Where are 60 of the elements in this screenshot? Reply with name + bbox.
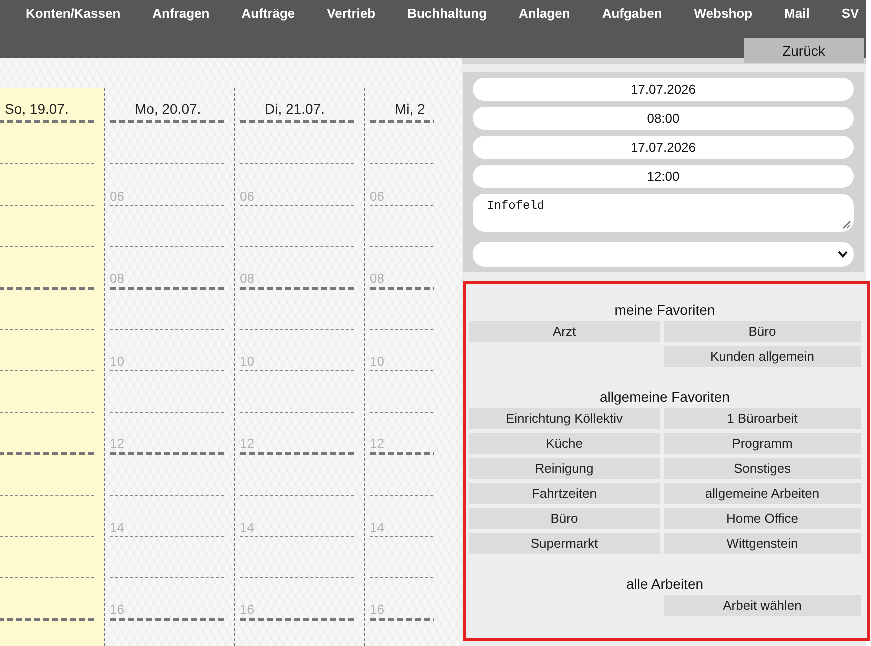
hour-label: 06 [110,188,124,204]
day-header: Mo, 20.07. [135,101,202,118]
back-button[interactable]: Zurück [744,38,864,63]
hour-label: 08 [240,270,254,286]
hour-label: 08 [110,270,124,286]
hour-label: 14 [110,520,124,535]
favorite-button[interactable]: 1 Büroarbeit [664,408,861,429]
nav-link[interactable]: Anlagen [519,6,570,22]
hour-label: 16 [110,602,124,617]
input-field[interactable]: 17.07.2026 [473,78,854,101]
favorite-button[interactable]: Arzt [469,321,660,342]
select-field[interactable] [473,242,854,267]
text-area[interactable]: Infofeld [473,194,854,232]
favorite-button[interactable]: Einrichtung Köllektiv [469,408,660,429]
hour-label: 10 [240,354,254,370]
hour-label: 10 [110,354,124,370]
favorite-button[interactable]: Büro [469,508,660,529]
favorite-button[interactable]: Wittgenstein [664,533,861,554]
nav-link[interactable]: Aufträge [242,6,296,22]
nav-link[interactable]: Vertrieb [327,6,376,22]
nav-link[interactable]: Anfragen [152,6,210,22]
chevron-down-icon [838,251,848,258]
favorite-button[interactable]: Arbeit wählen [664,595,861,616]
hour-label: 14 [370,520,384,535]
hour-label: 06 [370,188,384,204]
day-header: So, 19.07. [5,101,69,118]
favorite-button[interactable]: Programm [664,433,861,454]
section-title: allgemeine Favoriten [599,388,731,406]
hour-label: 16 [240,602,254,617]
hour-label: 08 [370,270,384,286]
input-field[interactable]: 17.07.2026 [473,136,854,159]
hour-label: 12 [370,436,384,452]
favorite-button[interactable]: Reinigung [469,458,660,479]
section-title: meine Favoriten [614,301,716,319]
favorite-button[interactable]: allgemeine Arbeiten [664,483,861,504]
favorite-button[interactable]: Home Office [664,508,861,529]
nav-link[interactable]: Mail [784,6,810,22]
favorite-button[interactable]: Fahrtzeiten [469,483,660,504]
resize-grip-icon[interactable] [843,221,851,229]
favorite-button[interactable]: Büro [664,321,861,342]
hour-label: 06 [240,188,254,204]
nav-link[interactable]: SV [842,6,860,22]
nav-link[interactable]: Konten/Kassen [26,6,121,22]
hour-label: 14 [240,520,254,535]
favorite-button[interactable]: Supermarkt [469,533,660,554]
nav-link[interactable]: Buchhaltung [408,6,488,22]
hour-label: 10 [370,354,384,370]
day-header: Di, 21.07. [265,101,325,118]
input-field[interactable]: 08:00 [473,107,854,130]
favorite-button[interactable]: Kunden allgemein [664,346,861,367]
favorite-button[interactable]: Küche [469,433,660,454]
nav-link[interactable]: Aufgaben [602,6,662,22]
day-header: Mi, 2 [395,101,426,118]
hour-label: 12 [110,436,124,452]
favorite-button[interactable]: Sonstiges [664,458,861,479]
section-title: alle Arbeiten [625,575,705,593]
input-field[interactable]: 12:00 [473,165,854,188]
hour-label: 16 [370,602,384,617]
nav-link[interactable]: Webshop [694,6,753,22]
hour-label: 12 [240,436,254,452]
